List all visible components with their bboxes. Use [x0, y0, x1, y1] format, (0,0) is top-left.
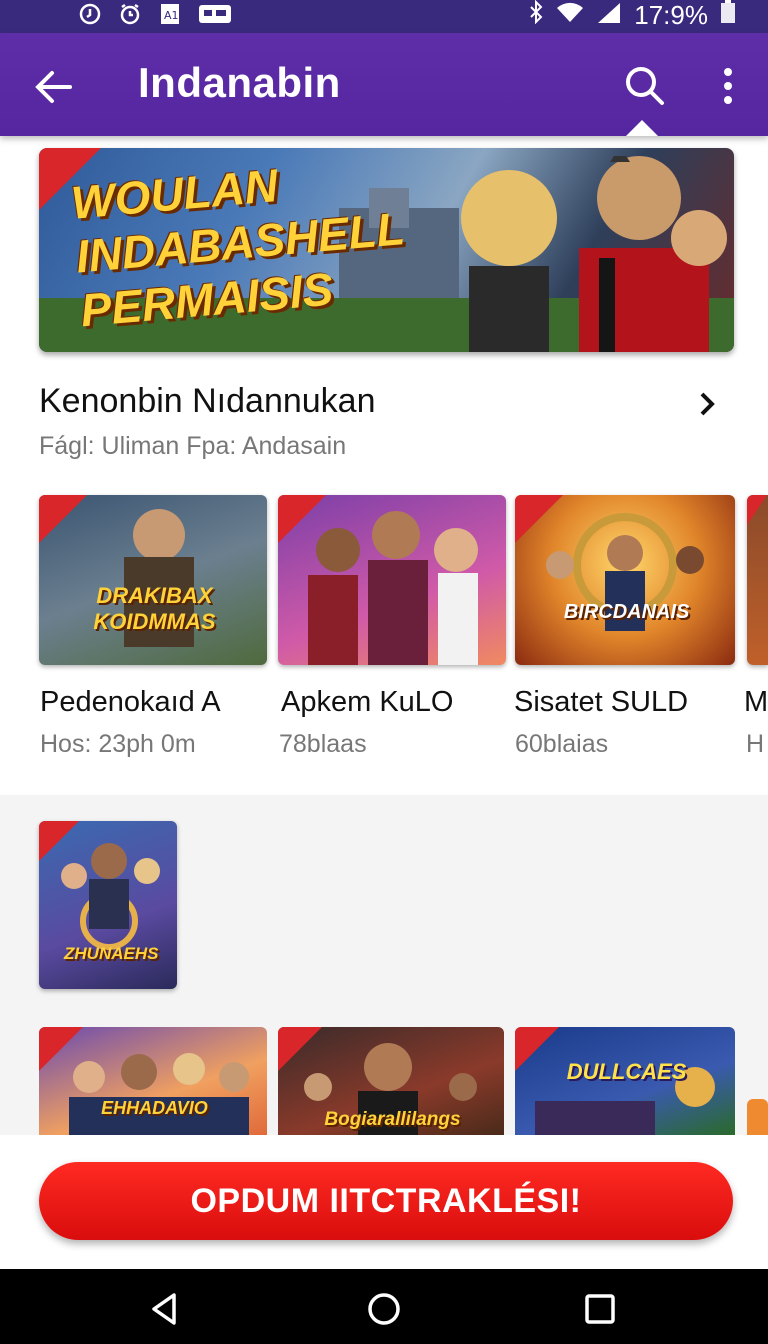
- card-corner-badge: [39, 821, 79, 861]
- page-title: Indanabin: [138, 59, 341, 106]
- battery-icon: [720, 0, 736, 31]
- game-card[interactable]: BIRCDANAIS: [515, 495, 735, 665]
- card-art-title: DRAKIBAX KOIDMMAS: [93, 583, 216, 634]
- card-art-title: BIRCDANAIS: [563, 601, 690, 623]
- game-card[interactable]: Bogiarallilangs: [278, 1027, 504, 1135]
- more-vert-icon[interactable]: [710, 63, 746, 109]
- game-subtitle: 60blaias: [515, 730, 609, 758]
- wifi-icon: [556, 0, 584, 31]
- system-nav-bar: [0, 1269, 768, 1344]
- card-art-title: DULLCAES: [566, 1059, 687, 1084]
- card-corner-badge: [278, 1027, 322, 1071]
- notification-icon: [198, 2, 232, 26]
- svg-text:A1: A1: [164, 9, 179, 22]
- card-art-title: Bogiarallilangs: [324, 1109, 461, 1130]
- game-subtitle: Hos: 23ph 0m: [40, 730, 196, 758]
- game-subtitle: H: [746, 730, 765, 758]
- card-corner-badge: [39, 495, 87, 543]
- nav-recents-icon[interactable]: [580, 1289, 620, 1329]
- game-subtitle: 78blaas: [279, 730, 367, 758]
- search-icon[interactable]: [622, 63, 668, 109]
- section-subtitle: Fágl: Uliman Fpa: Andasain: [39, 432, 347, 460]
- battery-percent-text: 17:9%: [634, 0, 708, 30]
- game-title[interactable]: Pedenokaıd A: [40, 686, 221, 719]
- hero-banner[interactable]: WOULAN INDABASHELL PERMAISIS: [39, 148, 734, 352]
- card-art-title: ZHUNAEHS: [64, 944, 159, 963]
- section-title[interactable]: Kenonbin Nıdannukan: [39, 382, 376, 421]
- back-arrow-icon[interactable]: [30, 63, 78, 111]
- cta-button[interactable]: OPDUM IITCTRAKLÉSI!: [39, 1162, 733, 1240]
- game-card[interactable]: [747, 1099, 768, 1135]
- bluetooth-icon: [528, 0, 544, 31]
- game-title[interactable]: Apkem KuLO: [281, 686, 453, 719]
- status-bar: A1 17:9%: [0, 0, 768, 33]
- signal-icon: [596, 0, 622, 31]
- status-notification-icons: A1: [78, 2, 232, 26]
- nav-home-icon[interactable]: [364, 1289, 404, 1329]
- clock-icon: [78, 2, 102, 26]
- game-title[interactable]: M: [744, 686, 768, 719]
- game-card[interactable]: EHHADAVIO: [39, 1027, 267, 1135]
- chevron-right-icon[interactable]: [696, 390, 720, 418]
- alarm-icon: [118, 2, 142, 26]
- featured-game-card[interactable]: ZHUNAEHS: [39, 821, 177, 989]
- status-system-icons: 17:9%: [528, 0, 736, 30]
- card-art-title: EHHADAVIO: [101, 1098, 208, 1118]
- game-card[interactable]: [278, 495, 506, 665]
- game-card[interactable]: [747, 495, 768, 665]
- menu-pointer: [626, 120, 658, 136]
- card-corner-badge: [278, 495, 326, 543]
- nav-back-icon[interactable]: [144, 1289, 184, 1329]
- card-corner-badge: [515, 495, 563, 543]
- game-card[interactable]: DULLCAES: [515, 1027, 735, 1135]
- game-card[interactable]: DRAKIBAX KOIDMMAS: [39, 495, 267, 665]
- card-corner-badge: [39, 1027, 83, 1071]
- card-corner-badge: [747, 495, 767, 525]
- sim-icon: A1: [158, 2, 182, 26]
- game-title[interactable]: Sisatet SULD: [514, 686, 688, 719]
